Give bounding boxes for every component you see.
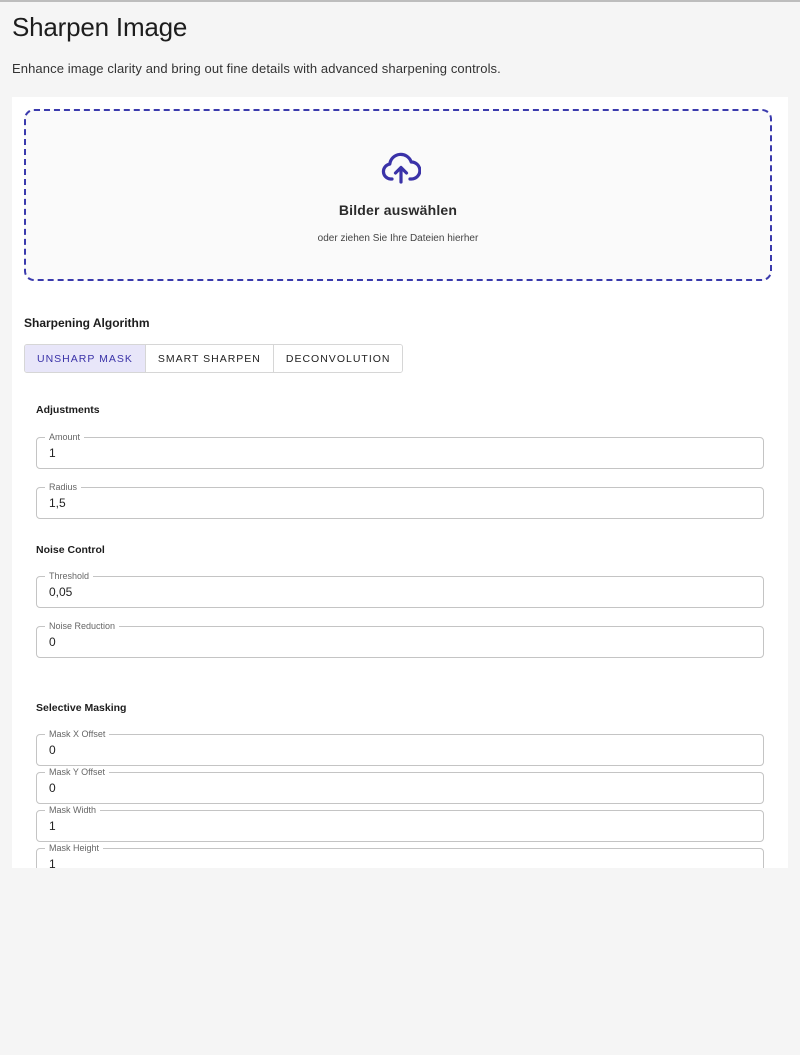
noise-reduction-input[interactable] [49, 635, 753, 649]
mask-height-input[interactable] [49, 857, 753, 868]
selective-masking-heading: Selective Masking [36, 702, 127, 714]
noise-reduction-field[interactable]: Noise Reduction [36, 621, 764, 658]
algorithm-label: Sharpening Algorithm [24, 316, 150, 330]
threshold-label: Threshold [45, 571, 94, 581]
amount-input[interactable] [49, 446, 753, 460]
mask-y-offset-input[interactable] [49, 781, 753, 795]
mask-x-offset-label: Mask X Offset [45, 729, 110, 739]
image-dropzone[interactable]: Bilder auswählen oder ziehen Sie Ihre Da… [24, 109, 772, 281]
amount-field[interactable]: Amount [36, 432, 764, 469]
page-title: Sharpen Image [12, 12, 188, 42]
tab-deconvolution[interactable]: DECONVOLUTION [273, 345, 403, 372]
adjustments-heading: Adjustments [36, 404, 100, 416]
mask-x-offset-input[interactable] [49, 743, 753, 757]
threshold-field[interactable]: Threshold [36, 571, 764, 608]
cloud-upload-icon [381, 152, 421, 184]
page-subtitle: Enhance image clarity and bring out fine… [12, 61, 501, 76]
mask-x-offset-field[interactable]: Mask X Offset [36, 729, 764, 766]
radius-label: Radius [45, 482, 82, 492]
mask-y-offset-field[interactable]: Mask Y Offset [36, 767, 764, 804]
tab-smart-sharpen[interactable]: SMART SHARPEN [145, 345, 274, 372]
amount-label: Amount [45, 432, 85, 442]
algorithm-tabs: UNSHARP MASK SMART SHARPEN DECONVOLUTION [24, 344, 404, 373]
mask-height-label: Mask Height [45, 843, 104, 853]
radius-input[interactable] [49, 496, 753, 510]
dropzone-subtitle: oder ziehen Sie Ihre Dateien hierher [317, 233, 479, 244]
mask-y-offset-label: Mask Y Offset [45, 767, 110, 777]
dropzone-title: Bilder auswählen [338, 202, 458, 218]
mask-width-label: Mask Width [45, 805, 101, 815]
mask-width-input[interactable] [49, 819, 753, 833]
noise-control-heading: Noise Control [36, 544, 105, 556]
mask-height-field[interactable]: Mask Height [36, 843, 764, 868]
mask-width-field[interactable]: Mask Width [36, 805, 764, 842]
tab-unsharp-mask[interactable]: UNSHARP MASK [25, 345, 146, 372]
noise-reduction-label: Noise Reduction [45, 621, 120, 631]
radius-field[interactable]: Radius [36, 482, 764, 519]
sharpen-card: Bilder auswählen oder ziehen Sie Ihre Da… [12, 97, 788, 868]
threshold-input[interactable] [49, 585, 753, 599]
top-border [0, 0, 800, 2]
